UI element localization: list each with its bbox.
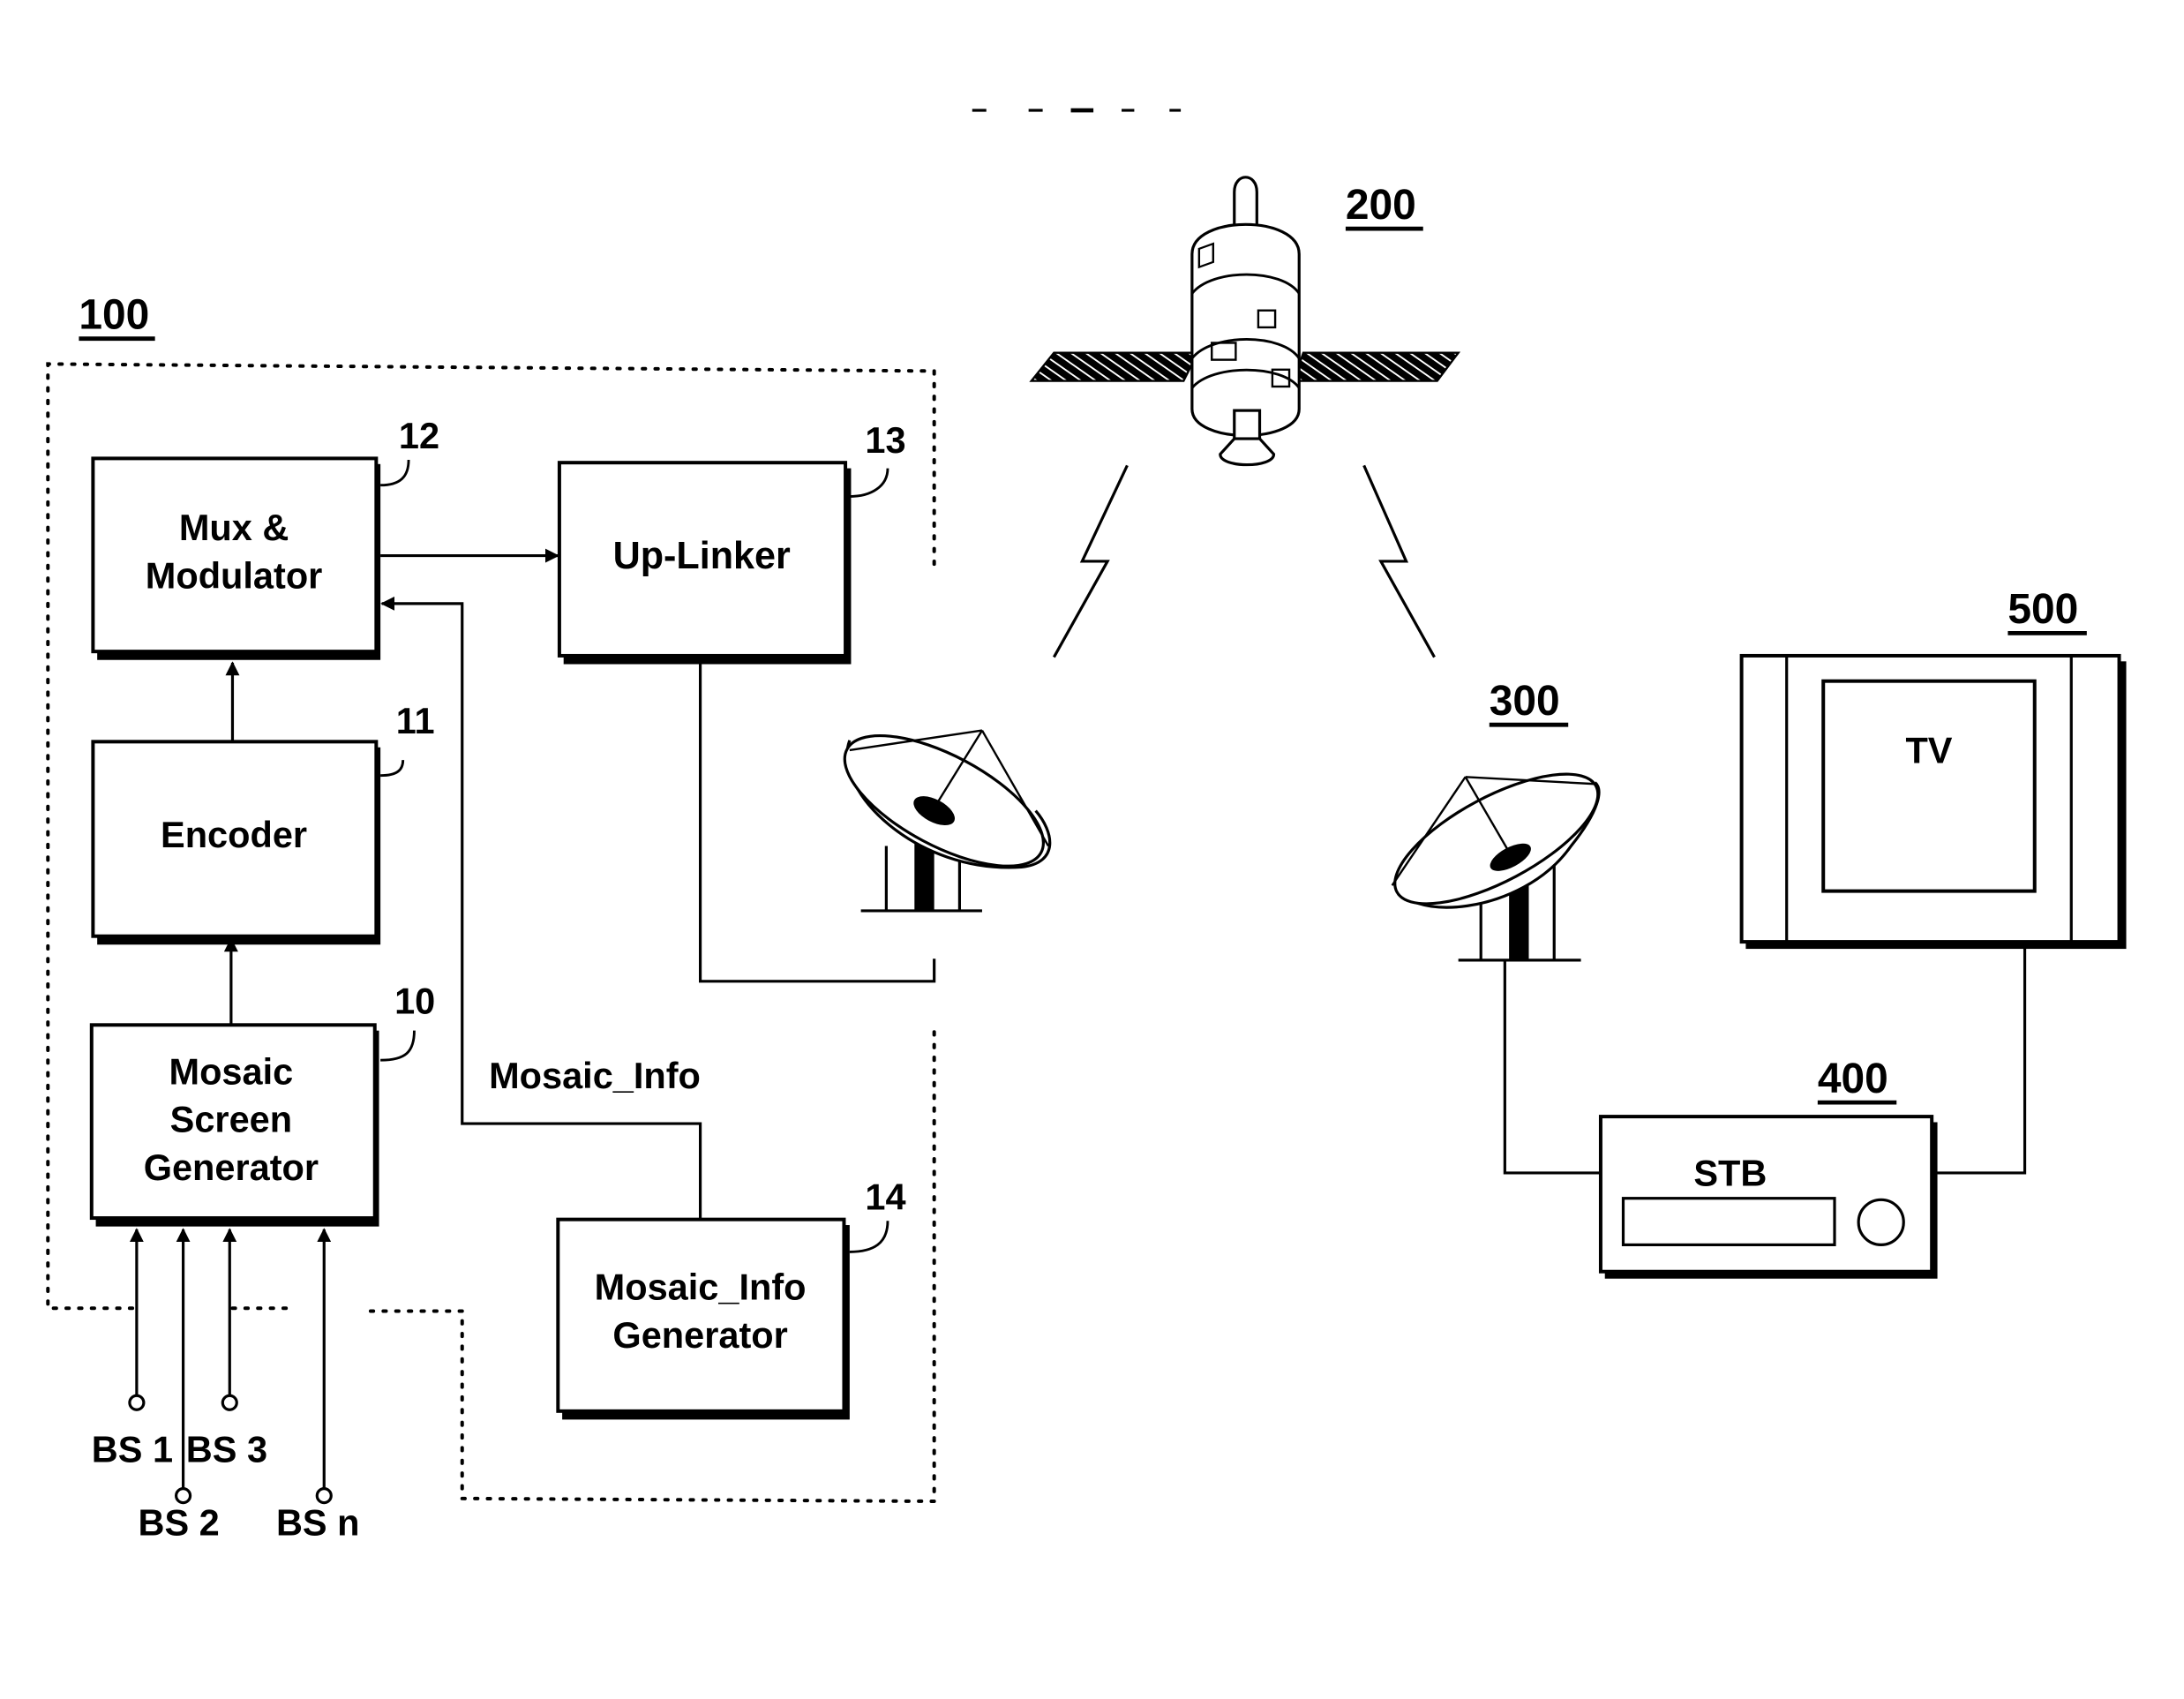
downlink-signal-bolt [1362, 464, 1436, 658]
uplink-signal-bolt [1052, 464, 1129, 658]
encoder-label: Encoder [161, 814, 307, 855]
msg-label-3: Generator [144, 1146, 319, 1188]
mig-label-2: Generator [612, 1314, 787, 1356]
stb-label: 400 [1818, 1056, 1888, 1102]
msg-ref: 10 [394, 981, 435, 1022]
uplinker-ref: 13 [865, 419, 905, 461]
msg-label-1: Mosaic [169, 1050, 294, 1092]
system-label: 100 [79, 291, 149, 338]
input-bs1: BS 1 [92, 1428, 173, 1470]
stb-device[interactable]: STB [1598, 1115, 1938, 1279]
input-bs3: BS 3 [186, 1428, 267, 1470]
mosaic-screen-generator-block[interactable]: Mosaic Screen Generator [89, 1023, 379, 1227]
dish-to-stb-cable [1503, 959, 1601, 1175]
mig-ref: 14 [865, 1176, 905, 1217]
uplinker-label: Up-Linker [613, 535, 791, 577]
tv-screen-text: TV [1905, 729, 1952, 771]
stb-knob-icon [1857, 1198, 1905, 1246]
stb-to-tv-cable [1935, 944, 2027, 1175]
mig-label-1: Mosaic_Info [595, 1267, 807, 1308]
tv-screen [1821, 679, 2037, 893]
mux-ref: 12 [399, 415, 439, 456]
mux-label-2: Modulator [146, 554, 323, 596]
mux-label-1: Mux & [179, 507, 289, 548]
input-bs2: BS 2 [138, 1501, 219, 1543]
stb-display [1621, 1197, 1836, 1246]
mosaic-info-generator-block[interactable]: Mosaic_Info Generator [556, 1217, 850, 1420]
mosaic-info-signal-label: Mosaic_Info [489, 1055, 701, 1096]
receiver-antenna-label: 300 [1490, 678, 1560, 725]
encoder-ref: 11 [396, 700, 435, 741]
mosaic-info-arrow [380, 596, 702, 1220]
satellite-label: 200 [1346, 182, 1416, 229]
uplinker-block[interactable]: Up-Linker [557, 461, 852, 665]
uplink-dish-icon [843, 729, 1052, 913]
mux-modulator-block[interactable]: Mux & Modulator [91, 456, 381, 660]
tv-label: 500 [2008, 586, 2078, 633]
encoder-block[interactable]: Encoder [91, 740, 381, 945]
msg-label-2: Screen [170, 1099, 292, 1140]
stb-text: STB [1693, 1152, 1767, 1193]
tv-device[interactable]: TV [1739, 653, 2127, 950]
input-bsn: BS n [276, 1501, 360, 1543]
broadcast-system-diagram: 100 Mux & Modulator 12 Up-Linker 13 Enco… [46, 108, 2127, 1543]
receive-dish-icon [1391, 772, 1601, 962]
